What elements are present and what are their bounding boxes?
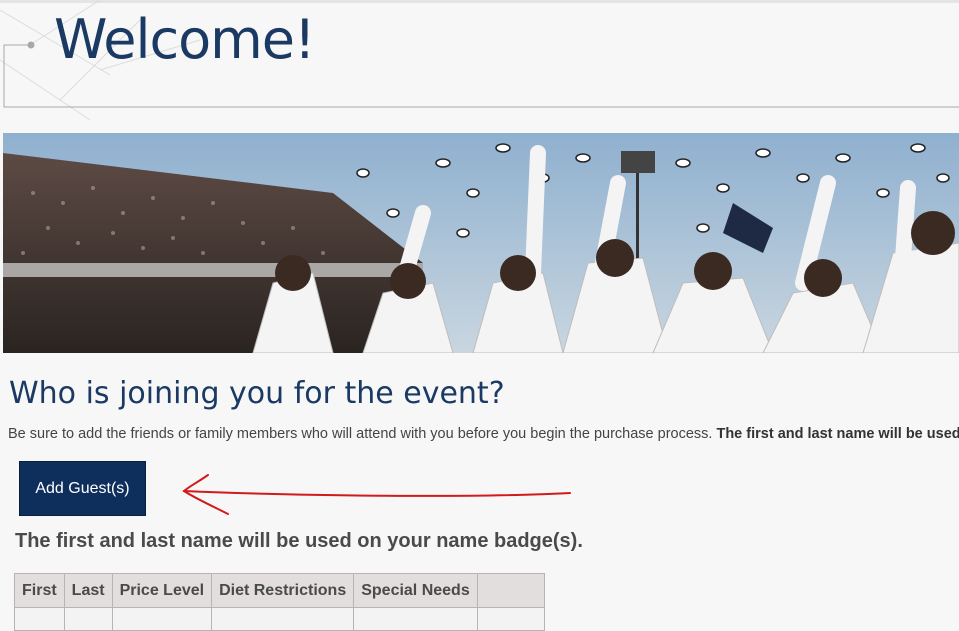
table-header-row: First Last Price Level Diet Restrictions… [14,573,545,608]
column-last: Last [63,573,113,608]
table-cell [476,607,545,631]
column-special-needs: Special Needs [353,573,478,608]
section-heading: Who is joining you for the event? [9,376,505,411]
table-cell [353,607,478,631]
table-cell [111,607,213,631]
annotation-arrow-icon [182,474,571,515]
column-first: First [14,573,65,608]
add-guest-button[interactable]: Add Guest(s) [19,461,146,516]
intro-bold-text: The first and last name will be used on … [716,426,959,442]
intro-plain-text: Be sure to add the friends or family mem… [8,426,713,442]
table-cell [14,607,65,631]
graduation-banner-image [3,133,959,353]
table-cell [211,607,355,631]
table-cell [63,607,113,631]
table-row [14,607,545,631]
column-actions [476,573,545,608]
guest-table: First Last Price Level Diet Restrictions… [14,573,545,631]
intro-text: Be sure to add the friends or family mem… [8,426,959,442]
badge-note: The first and last name will be used on … [15,530,583,552]
page-title: Welcome! [54,8,316,71]
column-diet-restrictions: Diet Restrictions [211,573,355,608]
column-price-level: Price Level [111,573,213,608]
